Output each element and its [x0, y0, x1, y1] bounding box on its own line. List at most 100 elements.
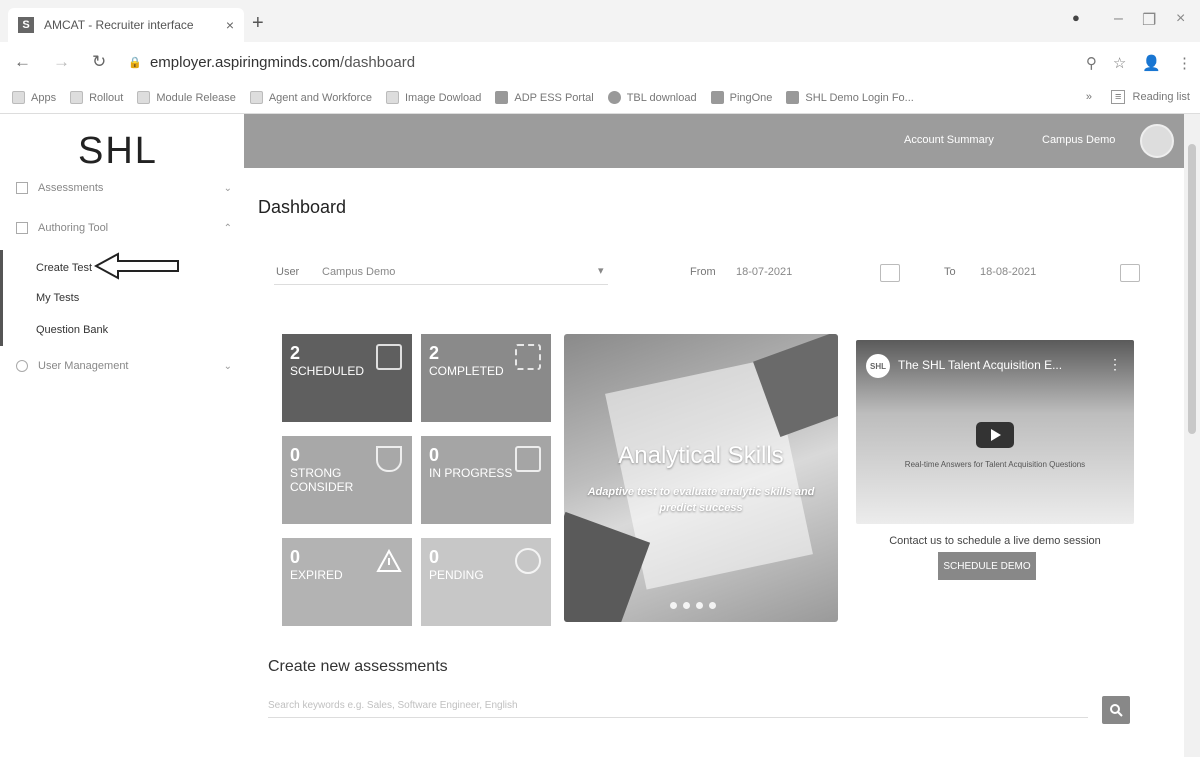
- user-management-icon: [16, 360, 28, 372]
- reading-list-button[interactable]: Reading list: [1133, 91, 1190, 103]
- account-summary-link[interactable]: Account Summary: [904, 134, 994, 146]
- play-icon[interactable]: [976, 422, 1014, 448]
- video-player[interactable]: SHL The SHL Talent Acquisition E... ⋮ Re…: [856, 340, 1134, 524]
- bookmark-pingone[interactable]: PingOne: [710, 91, 772, 104]
- more-bookmarks-button[interactable]: »: [1086, 91, 1092, 103]
- reading-list-icon[interactable]: ≡: [1111, 90, 1126, 104]
- bookmark-shl-demo[interactable]: SHL Demo Login Fo...: [786, 91, 914, 104]
- shl-favicon-icon: S: [18, 17, 34, 33]
- search-icon: [1110, 704, 1123, 717]
- address-bar: ← → ↻ 🔒 employer.aspiringminds.com/dashb…: [0, 42, 1200, 82]
- bookmark-apps[interactable]: Apps: [12, 91, 56, 104]
- sidebar: SHL Assessments ⌄ Authoring Tool ⌃ Creat…: [0, 114, 244, 757]
- star-icon[interactable]: ☆: [1113, 54, 1126, 72]
- new-tab-icon[interactable]: +: [252, 12, 264, 35]
- forward-icon[interactable]: →: [53, 52, 70, 72]
- carousel-dots: [670, 602, 716, 609]
- folder-icon: [70, 91, 84, 104]
- bookmark-label: SHL Demo Login Fo...: [805, 91, 914, 104]
- more-dots-icon: [515, 548, 541, 574]
- bookmark-tbl-download[interactable]: TBL download: [607, 91, 697, 104]
- zoom-icon[interactable]: ⚲: [1086, 54, 1097, 72]
- banner-title: Analytical Skills: [618, 442, 784, 469]
- profile-icon[interactable]: ●: [1072, 10, 1080, 25]
- sidebar-item-label: Authoring Tool: [38, 222, 109, 234]
- bookmark-label: Rollout: [89, 91, 124, 104]
- sidebar-item-question-bank[interactable]: Question Bank: [36, 324, 108, 336]
- close-icon[interactable]: ×: [226, 17, 234, 33]
- to-date-input[interactable]: 18-08-2021: [980, 266, 1036, 278]
- user-filter-label: User: [276, 266, 300, 278]
- user-select-underline: [274, 284, 608, 285]
- search-button[interactable]: [1102, 696, 1130, 724]
- shl-icon: [786, 91, 800, 104]
- video-title[interactable]: The SHL Talent Acquisition E...: [898, 358, 1062, 372]
- tile-in-progress[interactable]: 0 IN PROGRESS: [421, 436, 551, 524]
- schedule-demo-button[interactable]: SCHEDULE DEMO: [938, 552, 1036, 580]
- more-vertical-icon[interactable]: ⋮: [1108, 356, 1122, 373]
- user-select[interactable]: Campus Demo: [322, 266, 395, 278]
- active-indicator: [0, 250, 3, 346]
- bookmark-agent-workforce[interactable]: Agent and Workforce: [249, 91, 372, 104]
- calendar-icon: [376, 344, 402, 370]
- apps-grid-icon: [12, 91, 25, 104]
- bookmark-label: Agent and Workforce: [268, 91, 372, 104]
- shield-icon: [376, 446, 402, 472]
- tile-scheduled[interactable]: 2 SCHEDULED: [282, 334, 412, 422]
- tile-pending[interactable]: 0 PENDING: [421, 538, 551, 626]
- bookmark-image-download[interactable]: Image Dowload: [385, 91, 481, 104]
- page-title: Dashboard: [258, 197, 347, 217]
- browser-tab[interactable]: S AMCAT - Recruiter interface ×: [8, 8, 244, 42]
- from-date-input[interactable]: 18-07-2021: [736, 266, 792, 278]
- calendar-icon[interactable]: [880, 264, 900, 282]
- assessment-search-input[interactable]: [268, 694, 1088, 718]
- tile-strong-consider[interactable]: 0 STRONG CONSIDER: [282, 436, 412, 524]
- calendar-icon[interactable]: [1120, 264, 1140, 282]
- bookmarks-bar: Apps Rollout Module Release Agent and Wo…: [0, 82, 1200, 114]
- carousel-dot[interactable]: [670, 602, 677, 609]
- bookmark-module-release[interactable]: Module Release: [137, 91, 236, 104]
- analytical-skills-banner[interactable]: Analytical Skills Adaptive test to evalu…: [564, 334, 838, 622]
- browser-tab-bar: S AMCAT - Recruiter interface × + ● – ❐ …: [0, 0, 1200, 42]
- to-date-label: To: [944, 266, 956, 278]
- create-assessments-title: Create new assessments: [268, 658, 448, 675]
- pointer-arrow-icon: [94, 252, 179, 280]
- tab-title: AMCAT - Recruiter interface: [44, 18, 194, 32]
- bookmark-rollout[interactable]: Rollout: [70, 91, 123, 104]
- contact-text: Contact us to schedule a live demo sessi…: [889, 535, 1101, 547]
- maximize-icon[interactable]: ❐: [1142, 10, 1156, 30]
- bookmark-label: Module Release: [156, 91, 236, 104]
- back-icon[interactable]: ←: [14, 52, 31, 72]
- carousel-dot[interactable]: [696, 602, 703, 609]
- menu-dots-icon[interactable]: ⋮: [1177, 54, 1192, 72]
- checklist-icon: [515, 344, 541, 370]
- chevron-down-icon: ⌄: [223, 360, 232, 372]
- sidebar-item-create-test[interactable]: Create Test: [36, 262, 92, 274]
- from-date-label: From: [690, 266, 716, 278]
- sidebar-item-authoring-tool[interactable]: Authoring Tool ⌃: [0, 222, 244, 234]
- sidebar-item-assessments[interactable]: Assessments ⌄: [0, 182, 244, 194]
- scroll-thumb[interactable]: [1188, 144, 1196, 434]
- minimize-icon[interactable]: –: [1114, 10, 1123, 28]
- bookmarks-right: » ≡ Reading list: [1086, 90, 1190, 104]
- bookmark-adp-ess[interactable]: ADP ESS Portal: [495, 91, 594, 104]
- folder-icon: [137, 91, 151, 104]
- caret-down-icon[interactable]: ▾: [598, 264, 604, 277]
- sidebar-item-my-tests[interactable]: My Tests: [36, 292, 79, 304]
- url-field[interactable]: employer.aspiringminds.com/dashboard: [150, 54, 415, 71]
- user-name-link[interactable]: Campus Demo: [1042, 134, 1115, 146]
- tile-expired[interactable]: 0 EXPIRED: [282, 538, 412, 626]
- account-icon[interactable]: 👤: [1142, 54, 1161, 72]
- tile-completed[interactable]: 2 COMPLETED: [421, 334, 551, 422]
- bookmark-label: Apps: [31, 91, 57, 104]
- carousel-dot[interactable]: [683, 602, 690, 609]
- avatar[interactable]: [1140, 124, 1174, 158]
- lock-icon[interactable]: 🔒: [128, 56, 142, 69]
- bookmark-label: ADP ESS Portal: [514, 91, 594, 104]
- reload-icon[interactable]: ↻: [92, 52, 106, 72]
- sidebar-item-user-management[interactable]: User Management ⌄: [0, 360, 244, 372]
- window-close-icon[interactable]: ×: [1176, 10, 1185, 28]
- page-scrollbar[interactable]: [1184, 114, 1200, 757]
- carousel-dot[interactable]: [709, 602, 716, 609]
- shl-logo[interactable]: SHL: [78, 130, 158, 173]
